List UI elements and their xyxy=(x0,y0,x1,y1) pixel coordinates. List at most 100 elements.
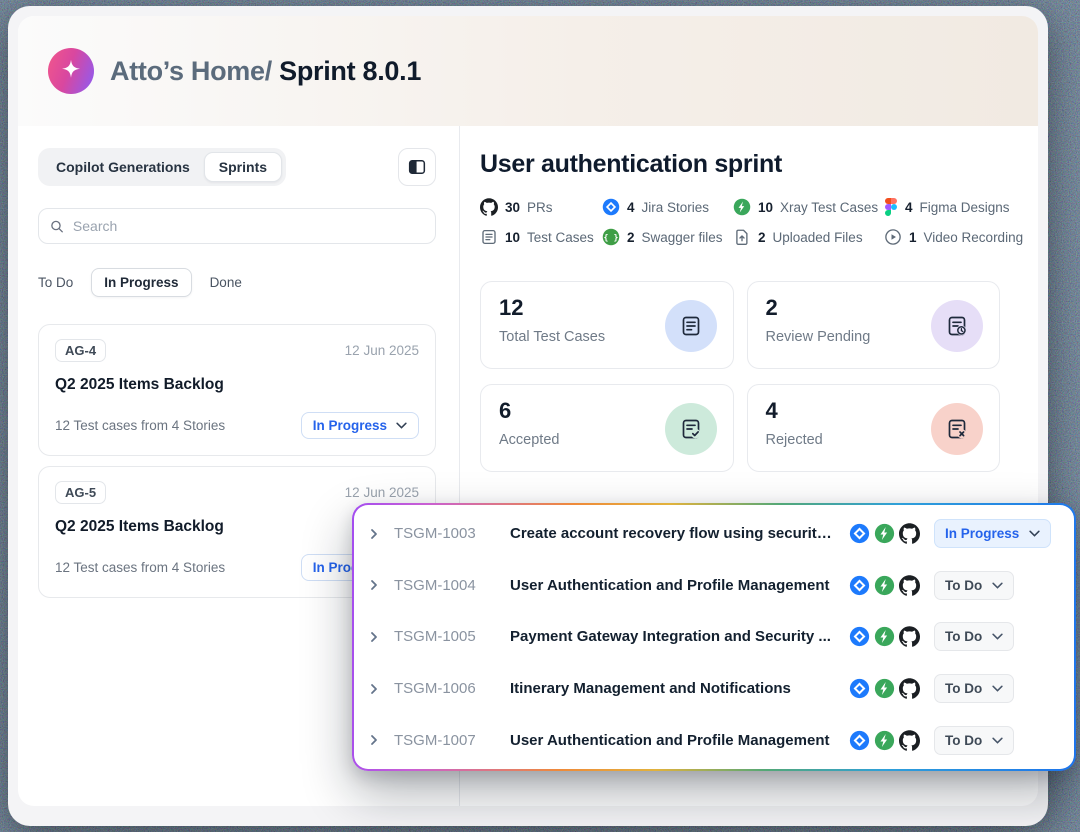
stat-count: 2 xyxy=(758,230,766,245)
test-cases-overlay: TSGM-1003 Create account recovery flow u… xyxy=(352,503,1076,771)
test-case-row[interactable]: TSGM-1004 User Authentication and Profil… xyxy=(354,560,1074,612)
search-input[interactable] xyxy=(73,218,425,234)
stat-label: PRs xyxy=(527,200,553,215)
test-case-key: TSGM-1007 xyxy=(394,732,496,749)
chevron-right-icon[interactable] xyxy=(368,734,394,746)
test-case-status-select[interactable]: In Progress xyxy=(934,519,1051,548)
test-case-key: TSGM-1004 xyxy=(394,577,496,594)
test-case-title: User Authentication and Profile Manageme… xyxy=(510,577,839,594)
doc-x-icon xyxy=(931,403,983,455)
status-value: To Do xyxy=(945,681,982,696)
test-case-row[interactable]: TSGM-1003 Create account recovery flow u… xyxy=(354,508,1074,560)
chevron-right-icon[interactable] xyxy=(368,528,394,540)
search-field[interactable] xyxy=(38,208,436,244)
jira-icon xyxy=(849,575,870,596)
sprint-key-badge: AG-5 xyxy=(55,481,106,504)
github-icon xyxy=(480,198,498,216)
test-case-status-select[interactable]: To Do xyxy=(934,571,1014,600)
jira-icon xyxy=(849,626,870,647)
breadcrumb: Atto’s Home/ Sprint 8.0.1 xyxy=(110,56,421,87)
stat-count: 30 xyxy=(505,200,520,215)
stat-label: Xray Test Cases xyxy=(780,200,878,215)
sprint-date: 12 Jun 2025 xyxy=(345,485,419,500)
xray-icon xyxy=(874,678,895,699)
test-case-title: Itinerary Management and Notifications xyxy=(510,680,839,697)
card-total-test-cases: 12 Total Test Cases xyxy=(480,281,734,369)
chevron-right-icon[interactable] xyxy=(368,579,394,591)
github-icon xyxy=(899,575,920,596)
test-case-row[interactable]: TSGM-1007 User Authentication and Profil… xyxy=(354,714,1074,766)
swagger-icon: { } xyxy=(602,228,620,246)
stat-xray-test-cases: 10 Xray Test Cases xyxy=(733,198,884,216)
jira-icon xyxy=(849,678,870,699)
stat-figma-designs: 4 Figma Designs xyxy=(884,198,1023,216)
sprint-card-title: Q2 2025 Items Backlog xyxy=(55,376,419,394)
status-value: To Do xyxy=(945,733,982,748)
stat-swagger-files: { } 2 Swagger files xyxy=(602,228,733,246)
sparkle-icon xyxy=(58,58,84,84)
stat-count: 10 xyxy=(505,230,520,245)
doc-clock-icon xyxy=(931,300,983,352)
chevron-right-icon[interactable] xyxy=(368,631,394,643)
jira-icon xyxy=(849,730,870,751)
svg-text:{ }: { } xyxy=(604,232,619,242)
card-rejected: 4 Rejected xyxy=(747,384,1001,472)
app-header: Atto’s Home/ Sprint 8.0.1 xyxy=(18,16,1038,126)
sidebar-tab-group: Copilot Generations Sprints xyxy=(38,148,286,186)
stat-test-cases: 10 Test Cases xyxy=(480,228,602,246)
test-case-status-select[interactable]: To Do xyxy=(934,674,1014,703)
test-case-title: Create account recovery flow using secur… xyxy=(510,525,839,542)
jira-icon xyxy=(849,523,870,544)
summary-cards: 12 Total Test Cases xyxy=(480,281,1000,472)
sprint-status-select[interactable]: In Progress xyxy=(301,412,419,439)
chevron-down-icon xyxy=(396,422,407,429)
status-filters: To Do In Progress Done xyxy=(38,268,436,297)
xray-icon xyxy=(874,730,895,751)
doc-check-icon xyxy=(665,403,717,455)
test-case-status-select[interactable]: To Do xyxy=(934,622,1014,651)
search-icon xyxy=(49,218,65,235)
sprint-key-badge: AG-4 xyxy=(55,339,106,362)
chevron-right-icon[interactable] xyxy=(368,683,394,695)
test-case-status-select[interactable]: To Do xyxy=(934,726,1014,755)
source-icons xyxy=(849,575,920,596)
chevron-down-icon xyxy=(992,737,1003,744)
stat-count: 2 xyxy=(627,230,635,245)
sprint-title: User authentication sprint xyxy=(480,150,1002,179)
chevron-down-icon xyxy=(992,633,1003,640)
chevron-down-icon xyxy=(1029,530,1040,537)
page-title: Sprint 8.0.1 xyxy=(272,56,421,86)
test-case-key: TSGM-1006 xyxy=(394,680,496,697)
sprint-stats: 30 PRs 4 Jira Stories xyxy=(480,198,1002,246)
source-icons xyxy=(849,626,920,647)
stat-count: 10 xyxy=(758,200,773,215)
stat-count: 1 xyxy=(909,230,917,245)
test-case-row[interactable]: TSGM-1005 Payment Gateway Integration an… xyxy=(354,611,1074,663)
test-case-key: TSGM-1003 xyxy=(394,525,496,542)
tab-sprints[interactable]: Sprints xyxy=(204,152,282,182)
stat-label: Uploaded Files xyxy=(773,230,863,245)
stat-label: Swagger files xyxy=(642,230,723,245)
chevron-down-icon xyxy=(992,685,1003,692)
xray-icon xyxy=(874,523,895,544)
collapse-panel-button[interactable] xyxy=(398,148,436,186)
xray-icon xyxy=(733,198,751,216)
test-case-title: User Authentication and Profile Manageme… xyxy=(510,732,839,749)
stat-label: Video Recording xyxy=(924,230,1024,245)
jira-icon xyxy=(602,198,620,216)
test-case-key: TSGM-1005 xyxy=(394,628,496,645)
filter-todo[interactable]: To Do xyxy=(38,275,73,290)
filter-in-progress[interactable]: In Progress xyxy=(91,268,191,297)
sprint-status-value: In Progress xyxy=(313,418,387,433)
breadcrumb-parent[interactable]: Atto’s Home/ xyxy=(110,56,272,86)
stat-uploaded-files: 2 Uploaded Files xyxy=(733,228,884,246)
figma-icon xyxy=(884,198,898,216)
stat-count: 4 xyxy=(627,200,635,215)
stat-count: 4 xyxy=(905,200,913,215)
tab-copilot-generations[interactable]: Copilot Generations xyxy=(42,153,204,181)
sprint-card-ag4[interactable]: AG-4 12 Jun 2025 Q2 2025 Items Backlog 1… xyxy=(38,324,436,456)
test-case-row[interactable]: TSGM-1006 Itinerary Management and Notif… xyxy=(354,663,1074,715)
filter-done[interactable]: Done xyxy=(210,275,242,290)
test-case-title: Payment Gateway Integration and Security… xyxy=(510,628,839,645)
card-accepted: 6 Accepted xyxy=(480,384,734,472)
